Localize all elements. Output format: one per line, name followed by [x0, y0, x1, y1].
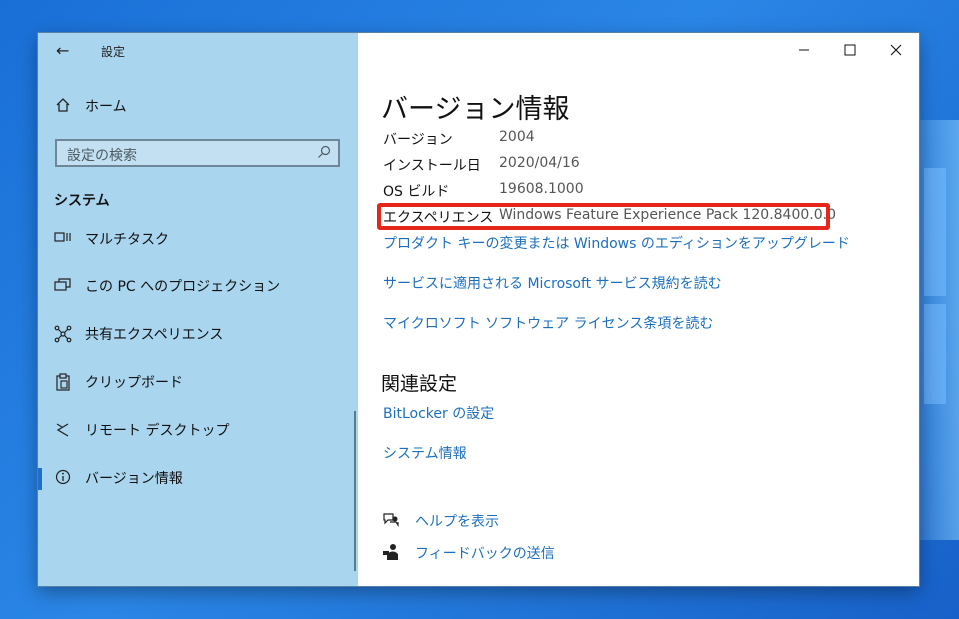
sidebar-item-label: バージョン情報 — [85, 471, 183, 487]
close-button[interactable] — [873, 33, 919, 65]
spec-label-os-build: OS ビルド — [383, 184, 450, 200]
clipboard-icon — [54, 373, 72, 391]
sidebar-item-version-info[interactable]: バージョン情報 — [38, 458, 354, 498]
feedback-icon — [382, 543, 400, 561]
sidebar: ← 設定 ホーム 設定の検索 システム マルチタスク この PC へのプロジェク… — [38, 33, 358, 586]
spec-label-install-date: インストール日 — [383, 158, 481, 174]
related-settings-title: 関連設定 — [381, 373, 458, 395]
multitasking-icon — [54, 230, 72, 248]
titlebar-left: ← 設定 — [38, 33, 358, 67]
upgrade-edition-link[interactable]: プロダクト キーの変更または Windows のエディションをアップグレード — [383, 233, 850, 253]
spec-value-version: 2004 — [499, 129, 535, 145]
sidebar-item-label: マルチタスク — [85, 232, 169, 248]
sidebar-item-home[interactable]: ホーム — [38, 86, 354, 126]
bitlocker-settings-link[interactable]: BitLocker の設定 — [383, 403, 494, 423]
system-info-link[interactable]: システム情報 — [383, 443, 467, 463]
help-icon — [382, 511, 400, 529]
maximize-button[interactable] — [827, 33, 873, 65]
projection-icon — [54, 277, 72, 295]
sidebar-section-title: システム — [54, 193, 110, 209]
highlight-box — [377, 203, 830, 230]
desktop-windows-logo-pane — [924, 304, 946, 404]
get-help-link[interactable]: ヘルプを表示 — [415, 511, 499, 531]
sidebar-item-shared-experience[interactable]: 共有エクスペリエンス — [38, 314, 354, 354]
sidebar-item-label: クリップボード — [85, 375, 183, 391]
remote-desktop-icon — [54, 421, 72, 439]
spec-value-os-build: 19608.1000 — [499, 181, 584, 197]
service-agreement-link[interactable]: サービスに適用される Microsoft サービス規約を読む — [383, 273, 722, 293]
sidebar-item-remote-desktop[interactable]: リモート デスクトップ — [38, 410, 354, 450]
home-icon — [54, 97, 72, 115]
desktop-windows-logo-pane — [924, 168, 946, 296]
settings-window: ← 設定 ホーム 設定の検索 システム マルチタスク この PC へのプロジェク… — [38, 33, 919, 586]
back-arrow-icon[interactable]: ← — [56, 41, 69, 60]
send-feedback-link[interactable]: フィードバックの送信 — [415, 543, 555, 563]
spec-label-version: バージョン — [383, 132, 453, 148]
close-icon — [890, 44, 902, 56]
search-icon — [316, 144, 332, 160]
maximize-icon — [844, 44, 856, 56]
search-placeholder: 設定の検索 — [67, 148, 137, 164]
minimize-icon — [799, 49, 809, 51]
page-title: バージョン情報 — [381, 94, 570, 125]
app-title: 設定 — [101, 45, 126, 59]
sidebar-item-label: リモート デスクトップ — [85, 423, 230, 439]
active-indicator — [38, 468, 42, 490]
license-terms-link[interactable]: マイクロソフト ソフトウェア ライセンス条項を読む — [383, 313, 713, 333]
search-input[interactable]: 設定の検索 — [55, 139, 340, 167]
minimize-button[interactable] — [781, 33, 827, 65]
sidebar-item-label: この PC へのプロジェクション — [85, 279, 281, 295]
sidebar-item-clipboard[interactable]: クリップボード — [38, 362, 354, 402]
sidebar-scrollbar[interactable] — [354, 411, 356, 571]
sidebar-item-projection[interactable]: この PC へのプロジェクション — [38, 266, 354, 306]
info-icon — [54, 469, 72, 487]
shared-experience-icon — [54, 325, 72, 343]
sidebar-item-multitasking[interactable]: マルチタスク — [38, 219, 354, 259]
sidebar-item-label: 共有エクスペリエンス — [85, 327, 224, 343]
spec-value-install-date: 2020/04/16 — [499, 155, 580, 171]
sidebar-item-label: ホーム — [85, 99, 127, 115]
